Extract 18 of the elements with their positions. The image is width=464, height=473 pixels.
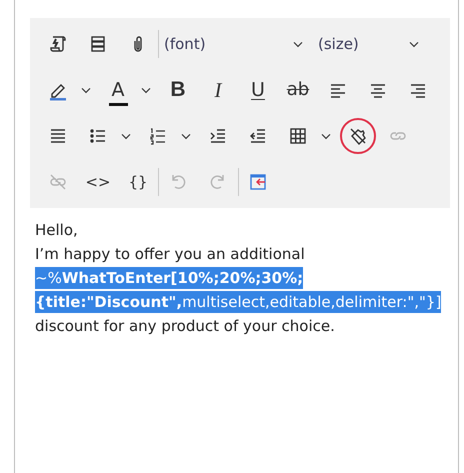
italic-button[interactable]: I — [200, 72, 236, 108]
macro-icon[interactable] — [48, 34, 68, 54]
table-icon[interactable] — [288, 126, 308, 146]
underline-button[interactable]: U — [240, 72, 276, 108]
dropdown[interactable]: (font) — [158, 29, 312, 59]
clear-format-button[interactable] — [340, 118, 376, 154]
font-color-button[interactable]: A — [98, 72, 138, 108]
clear-format-icon — [348, 126, 368, 146]
numbered-list-icon[interactable] — [148, 126, 168, 146]
text-line: I’m happy to offer you an additional — [35, 245, 305, 263]
bold-button[interactable]: B — [160, 72, 196, 108]
strikethrough-button[interactable]: ab — [280, 72, 316, 108]
text-line: Hello, — [35, 221, 78, 239]
dropdown[interactable]: (size) — [312, 29, 428, 59]
braces-button[interactable]: {} — [120, 164, 156, 200]
exit-icon[interactable] — [248, 172, 268, 192]
text-line: discount for any product of your choice. — [35, 317, 335, 335]
code-view-button[interactable]: <> — [80, 164, 116, 200]
